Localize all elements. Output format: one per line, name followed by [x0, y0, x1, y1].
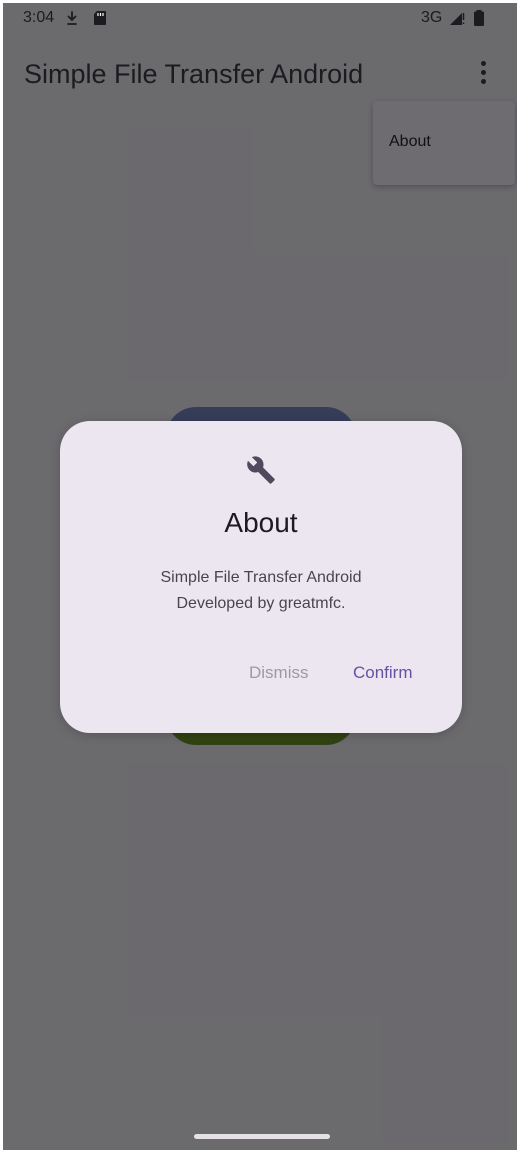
app-screen: 3:04 3G Simple File Transfer Android Abo… [3, 3, 517, 1150]
dialog-body-line: Developed by greatmfc. [176, 595, 346, 612]
top-app-bar: Simple File Transfer Android [3, 43, 517, 103]
sd-card-icon [94, 11, 106, 25]
overflow-menu: About [373, 101, 515, 185]
status-bar: 3:04 3G [3, 3, 517, 33]
network-type: 3G [421, 9, 443, 26]
dismiss-button[interactable]: Dismiss [249, 663, 309, 683]
confirm-button[interactable]: Confirm [353, 663, 413, 683]
about-dialog: About Simple File Transfer Android Devel… [60, 421, 462, 733]
more-vert-icon[interactable] [471, 61, 497, 87]
dialog-title: About [224, 507, 298, 538]
wrench-icon [247, 456, 275, 484]
dialog-body-line: Simple File Transfer Android [160, 569, 362, 586]
signal-icon [450, 13, 465, 25]
download-notification-icon [67, 11, 77, 25]
battery-icon [474, 10, 484, 26]
dialog-body: Simple File Transfer Android Developed b… [60, 565, 462, 617]
app-title: Simple File Transfer Android [24, 59, 364, 89]
menu-item-about[interactable]: About [389, 133, 431, 151]
home-indicator[interactable] [194, 1134, 330, 1139]
status-time: 3:04 [23, 9, 55, 26]
